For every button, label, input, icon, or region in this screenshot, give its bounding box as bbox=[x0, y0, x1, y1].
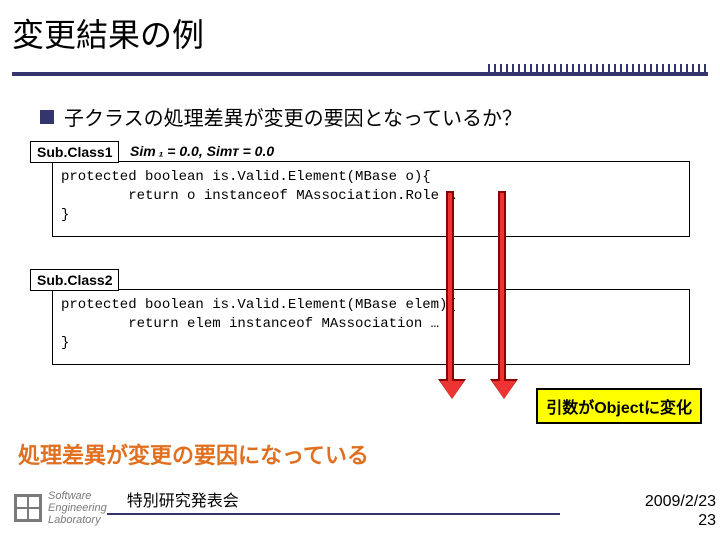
logo-line-1: Software bbox=[48, 490, 107, 502]
lab-logo: Software Engineering Laboratory bbox=[14, 490, 107, 526]
code-area: Sub.Class1 Sim ₁ = 0.0, Simᴛ = 0.0 prote… bbox=[30, 139, 700, 399]
bullet-text: 子クラスの処理差異が変更の要因となっているか？ bbox=[64, 102, 522, 131]
subclass1-tag: Sub.Class1 bbox=[30, 141, 119, 163]
logo-mark-icon bbox=[14, 494, 42, 522]
footer-date: 2009/2/23 bbox=[645, 493, 716, 511]
code-2-text: protected boolean is.Valid.Element(MBase… bbox=[61, 297, 456, 351]
callout-badge: 引数がObjectに変化 bbox=[536, 388, 702, 424]
code-box-1: protected boolean is.Valid.Element(MBase… bbox=[52, 161, 690, 237]
conclusion-text: 処理差異が変更の要因になっている bbox=[18, 438, 369, 470]
code-1-text: protected boolean is.Valid.Element(MBase… bbox=[61, 169, 456, 223]
subclass2-tag: Sub.Class2 bbox=[30, 269, 119, 291]
logo-line-2: Engineering bbox=[48, 502, 107, 514]
logo-line-3: Laboratory bbox=[48, 514, 107, 526]
arrow-1-icon bbox=[440, 191, 460, 399]
page-title: 変更結果の例 bbox=[12, 10, 708, 56]
title-rule bbox=[12, 64, 708, 82]
footer: Software Engineering Laboratory 特別研究発表会 … bbox=[0, 482, 720, 534]
bullet-row: 子クラスの処理差異が変更の要因となっているか？ bbox=[40, 102, 720, 131]
bullet-icon bbox=[40, 110, 54, 124]
footer-center-text: 特別研究発表会 bbox=[107, 487, 560, 515]
arrow-2-icon bbox=[492, 191, 512, 399]
code-box-2: protected boolean is.Valid.Element(MBase… bbox=[52, 289, 690, 365]
sim-values: Sim ₁ = 0.0, Simᴛ = 0.0 bbox=[130, 143, 274, 159]
footer-page-number: 23 bbox=[645, 512, 716, 530]
